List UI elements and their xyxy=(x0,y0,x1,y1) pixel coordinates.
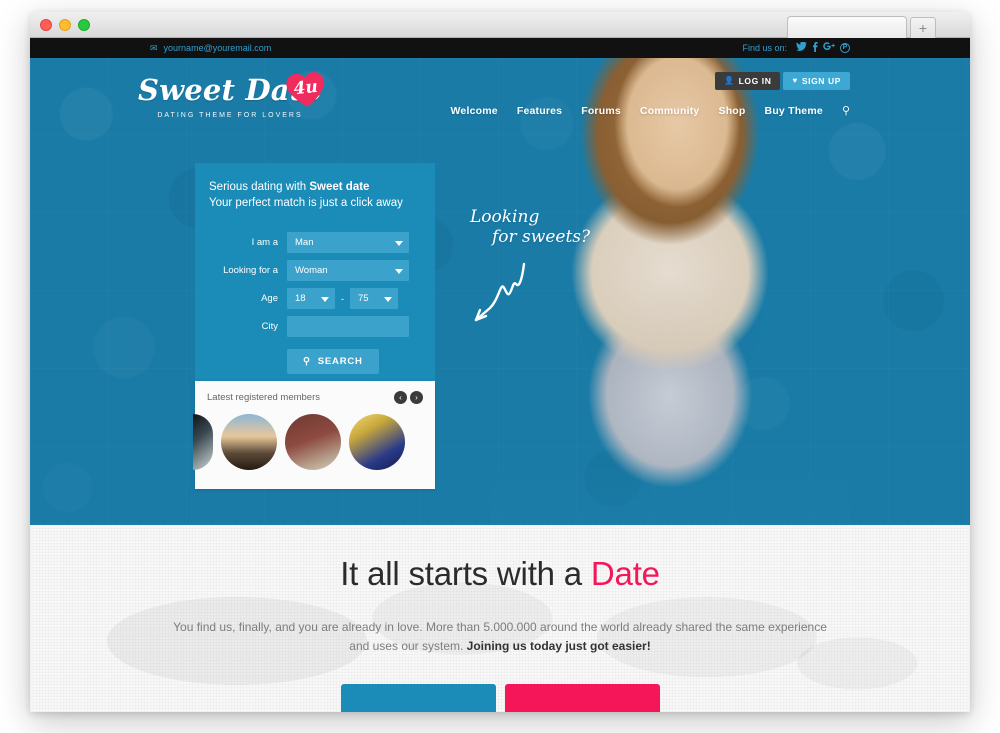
google-plus-icon[interactable] xyxy=(823,42,835,54)
heart-icon-signup: ♥ xyxy=(792,76,798,85)
google-plus-glyph xyxy=(823,42,835,50)
field-row-i-am-a: I am a Man xyxy=(209,232,419,254)
new-tab-button[interactable]: + xyxy=(910,17,936,38)
panel-title-prefix: Serious dating with xyxy=(209,181,310,193)
age-min-select[interactable]: 18 xyxy=(287,288,335,310)
chevron-down-icon xyxy=(384,296,392,302)
members-carousel-controls: ‹ › xyxy=(394,391,423,404)
page-title: It all starts with a Date xyxy=(150,555,850,592)
age-min-value: 18 xyxy=(295,293,306,305)
log-in-label: LOG IN xyxy=(738,76,772,86)
pinterest-icon[interactable]: P xyxy=(840,43,850,53)
i-am-a-label: I am a xyxy=(251,237,278,249)
search-icon: ⚲ xyxy=(303,356,311,368)
hero-section: Sweet Date DATING THEME FOR LOVERS 4u 👤 … xyxy=(30,58,970,525)
age-max-value: 75 xyxy=(358,293,369,305)
find-us-label: Find us on: xyxy=(742,43,787,53)
latest-members-title: Latest registered members xyxy=(207,392,320,403)
site-header: Sweet Date DATING THEME FOR LOVERS 4u 👤 … xyxy=(30,58,970,136)
logo-4u-text: 4u xyxy=(292,76,319,100)
member-avatar-container[interactable] xyxy=(285,414,341,470)
search-icon[interactable]: ⚲ xyxy=(842,105,850,117)
looking-for-value: Woman xyxy=(295,265,328,277)
members-next-button[interactable]: › xyxy=(410,391,423,404)
cta-button-row xyxy=(150,683,850,712)
main-navigation: Welcome Features Forums Community Shop B… xyxy=(451,105,850,117)
field-row-age: Age 18 - 75 xyxy=(209,288,419,310)
nav-item-welcome[interactable]: Welcome xyxy=(451,105,498,117)
desktop-background: + ✉ yourname@youremail.com Find us on: P… xyxy=(0,0,1000,733)
panel-title-brand: Sweet date xyxy=(309,181,370,193)
field-row-city: City xyxy=(209,316,419,338)
cta-primary-button[interactable] xyxy=(340,683,496,712)
logo-tagline: DATING THEME FOR LOVERS xyxy=(157,112,303,119)
members-prev-button[interactable]: ‹ xyxy=(394,391,407,404)
intro-content-section: It all starts with a Date You find us, f… xyxy=(30,525,970,712)
chevron-down-icon xyxy=(395,240,403,246)
log-in-button[interactable]: 👤 LOG IN xyxy=(715,72,781,90)
city-input[interactable] xyxy=(287,316,409,338)
nav-item-features[interactable]: Features xyxy=(517,105,562,117)
looking-for-select[interactable]: Woman xyxy=(287,260,409,282)
panel-title: Serious dating with Sweet date xyxy=(209,181,419,193)
top-utility-bar: ✉ yourname@youremail.com Find us on: P xyxy=(30,38,970,58)
page-viewport: ✉ yourname@youremail.com Find us on: P S… xyxy=(30,38,970,712)
intro-paragraph: You find us, finally, and you are alread… xyxy=(150,618,850,656)
envelope-icon: ✉ xyxy=(150,42,158,53)
looking-for-label: Looking for a xyxy=(223,265,278,277)
window-controls[interactable] xyxy=(40,19,90,31)
twitter-icon[interactable] xyxy=(796,41,807,54)
user-icon: 👤 xyxy=(724,76,735,85)
headline-accent: Date xyxy=(590,555,660,592)
headline-prefix: It all starts with a xyxy=(340,555,591,592)
i-am-a-select[interactable]: Man xyxy=(287,232,409,254)
cta-secondary-button[interactable] xyxy=(504,683,660,712)
field-row-search: ⚲ SEARCH xyxy=(209,349,419,375)
latest-members-panel: Latest registered members ‹ › xyxy=(193,381,435,489)
chevron-down-icon xyxy=(321,296,329,302)
members-avatar-strip xyxy=(193,412,423,472)
member-avatar-partial[interactable] xyxy=(193,414,213,470)
member-search-panel: Serious dating with Sweet date Your perf… xyxy=(195,163,435,406)
minimize-window-button[interactable] xyxy=(59,19,71,31)
age-range-dash: - xyxy=(341,293,344,304)
sign-up-label: SIGN UP xyxy=(801,76,841,86)
facebook-icon[interactable] xyxy=(812,41,818,55)
nav-item-shop[interactable]: Shop xyxy=(718,105,745,117)
age-max-select[interactable]: 75 xyxy=(350,288,398,310)
logo-heart-badge: 4u xyxy=(284,70,328,110)
search-button-label: SEARCH xyxy=(317,356,363,368)
city-label: City xyxy=(261,321,278,333)
nav-item-buy-theme[interactable]: Buy Theme xyxy=(765,105,823,117)
browser-tab[interactable] xyxy=(787,16,907,38)
social-links: Find us on: P xyxy=(742,41,850,55)
age-label: Age xyxy=(261,293,278,305)
panel-subtitle: Your perfect match is just a click away xyxy=(209,197,403,210)
facebook-glyph xyxy=(813,41,818,52)
chevron-down-icon xyxy=(395,268,403,274)
maximize-window-button[interactable] xyxy=(78,19,90,31)
browser-tab-strip: + xyxy=(780,12,970,38)
intro-paragraph-bold: Joining us today just got easier! xyxy=(466,639,651,654)
sign-up-button[interactable]: ♥ SIGN UP xyxy=(783,72,850,90)
browser-titlebar: + xyxy=(30,12,970,38)
member-avatar-lighthouse[interactable] xyxy=(221,414,277,470)
browser-window: + ✉ yourname@youremail.com Find us on: P… xyxy=(30,12,970,712)
nav-item-forums[interactable]: Forums xyxy=(581,105,621,117)
search-button[interactable]: ⚲ SEARCH xyxy=(287,349,379,375)
field-row-looking-for: Looking for a Woman xyxy=(209,260,419,282)
member-avatar-concert[interactable] xyxy=(349,414,405,470)
i-am-a-value: Man xyxy=(295,237,314,249)
contact-email[interactable]: ✉ yourname@youremail.com xyxy=(150,43,271,53)
auth-buttons: 👤 LOG IN ♥ SIGN UP xyxy=(715,72,850,90)
twitter-glyph xyxy=(796,41,807,51)
email-address: yourname@youremail.com xyxy=(163,43,272,53)
close-window-button[interactable] xyxy=(40,19,52,31)
nav-item-community[interactable]: Community xyxy=(640,105,700,117)
site-logo[interactable]: Sweet Date DATING THEME FOR LOVERS 4u xyxy=(135,72,325,119)
